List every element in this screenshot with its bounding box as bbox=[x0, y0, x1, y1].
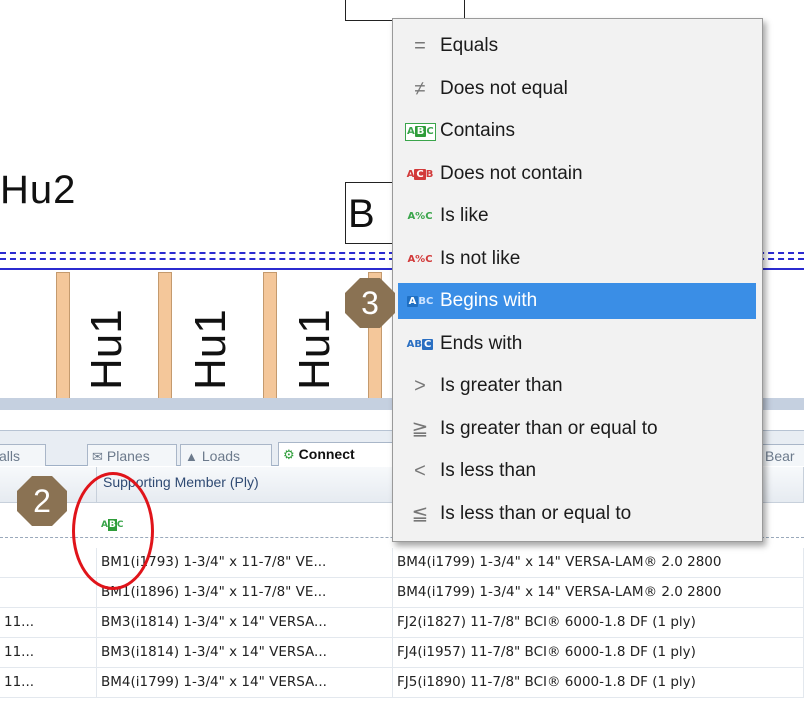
supported-member-cell[interactable]: FJ5(i1890) 11-7/8" BCI® 6000-1.8 DF (1 p… bbox=[393, 668, 804, 697]
tab-bearings[interactable]: Bear bbox=[760, 444, 804, 466]
member-label-hu2: Hu2 bbox=[0, 168, 77, 212]
tab-planes[interactable]: ✉ Planes bbox=[87, 444, 177, 466]
joist-label: Hu1 bbox=[186, 309, 235, 390]
menu-item-less-equal[interactable]: ≦ Is less than or equal to bbox=[398, 496, 756, 532]
row-id-cell: 11... bbox=[0, 608, 97, 637]
joist-label: Hu1 bbox=[290, 309, 339, 390]
menu-item-begins-with[interactable]: A BC Begins with bbox=[398, 283, 756, 319]
less-than-icon: < bbox=[414, 460, 426, 482]
tab-loads[interactable]: ▲ Loads bbox=[180, 444, 272, 466]
envelope-plane-icon: ✉ bbox=[92, 449, 103, 464]
tab-connections[interactable]: ⚙ Connect bbox=[278, 442, 396, 466]
greater-equal-icon: ≧ bbox=[411, 418, 429, 440]
table-row[interactable]: 11... BM3(i1814) 1-3/4" x 14" VERSA... F… bbox=[0, 608, 804, 638]
menu-item-less-than[interactable]: < Is less than bbox=[398, 453, 756, 489]
step-marker-2: 2 bbox=[17, 476, 67, 526]
greater-than-icon: > bbox=[414, 375, 426, 397]
table-row[interactable]: 11... BM3(i1814) 1-3/4" x 14" VERSA... F… bbox=[0, 638, 804, 668]
joist[interactable] bbox=[56, 272, 70, 402]
is-not-like-icon: A%C bbox=[407, 253, 433, 265]
menu-item-is-not-like[interactable]: A%C Is not like bbox=[398, 241, 756, 277]
filter-operator-menu: = Equals ≠ Does not equal ABC Contains A… bbox=[392, 18, 763, 542]
supporting-member-cell[interactable]: BM4(i1799) 1-3/4" x 14" VERSA... bbox=[97, 668, 393, 697]
menu-item-is-like[interactable]: A%C Is like bbox=[398, 198, 756, 234]
is-like-icon: A%C bbox=[407, 210, 433, 222]
menu-item-greater-equal[interactable]: ≧ Is greater than or equal to bbox=[398, 411, 756, 447]
joist[interactable] bbox=[263, 272, 277, 402]
load-icon: ▲ bbox=[185, 449, 198, 464]
connection-icon: ⚙ bbox=[283, 447, 295, 462]
joist-label: Hu1 bbox=[82, 309, 131, 390]
supported-member-cell[interactable]: BM4(i1799) 1-3/4" x 14" VERSA-LAM® 2.0 2… bbox=[393, 578, 804, 607]
menu-item-equals[interactable]: = Equals bbox=[398, 28, 756, 64]
menu-item-does-not-contain[interactable]: ACB Does not contain bbox=[398, 156, 756, 192]
row-id-cell: 11... bbox=[0, 668, 97, 697]
menu-item-greater-than[interactable]: > Is greater than bbox=[398, 368, 756, 404]
menu-item-contains[interactable]: ABC Contains bbox=[398, 113, 756, 149]
member-label-box: B bbox=[345, 182, 393, 244]
supported-member-cell[interactable]: FJ4(i1957) 11-7/8" BCI® 6000-1.8 DF (1 p… bbox=[393, 638, 804, 667]
menu-item-ends-with[interactable]: AB C Ends with bbox=[398, 326, 756, 362]
equals-icon: = bbox=[414, 35, 426, 57]
begins-with-icon: A BC bbox=[406, 295, 434, 307]
supported-member-cell[interactable]: FJ2(i1827) 11-7/8" BCI® 6000-1.8 DF (1 p… bbox=[393, 608, 804, 637]
less-equal-icon: ≦ bbox=[411, 503, 429, 525]
does-not-contain-icon: ACB bbox=[406, 168, 434, 180]
ends-with-icon: AB C bbox=[406, 338, 434, 350]
menu-item-does-not-equal[interactable]: ≠ Does not equal bbox=[398, 71, 756, 107]
joist[interactable] bbox=[158, 272, 172, 402]
supporting-member-cell[interactable]: BM3(i1814) 1-3/4" x 14" VERSA... bbox=[97, 608, 393, 637]
tab-walls[interactable]: alls bbox=[0, 444, 46, 466]
row-id-cell: 11... bbox=[0, 638, 97, 667]
callout-circle bbox=[72, 472, 154, 590]
supported-member-cell[interactable]: BM4(i1799) 1-3/4" x 14" VERSA-LAM® 2.0 2… bbox=[393, 548, 804, 577]
row-id-cell bbox=[0, 578, 97, 607]
contains-icon: ABC bbox=[405, 113, 436, 149]
supporting-member-cell[interactable]: BM3(i1814) 1-3/4" x 14" VERSA... bbox=[97, 638, 393, 667]
table-row[interactable]: 11... BM4(i1799) 1-3/4" x 14" VERSA... F… bbox=[0, 668, 804, 698]
step-marker-3: 3 bbox=[345, 278, 395, 328]
supporting-member-cell[interactable]: BM1(i1896) 1-3/4" x 11-7/8" VE... bbox=[97, 578, 393, 607]
not-equal-icon: ≠ bbox=[414, 78, 426, 100]
